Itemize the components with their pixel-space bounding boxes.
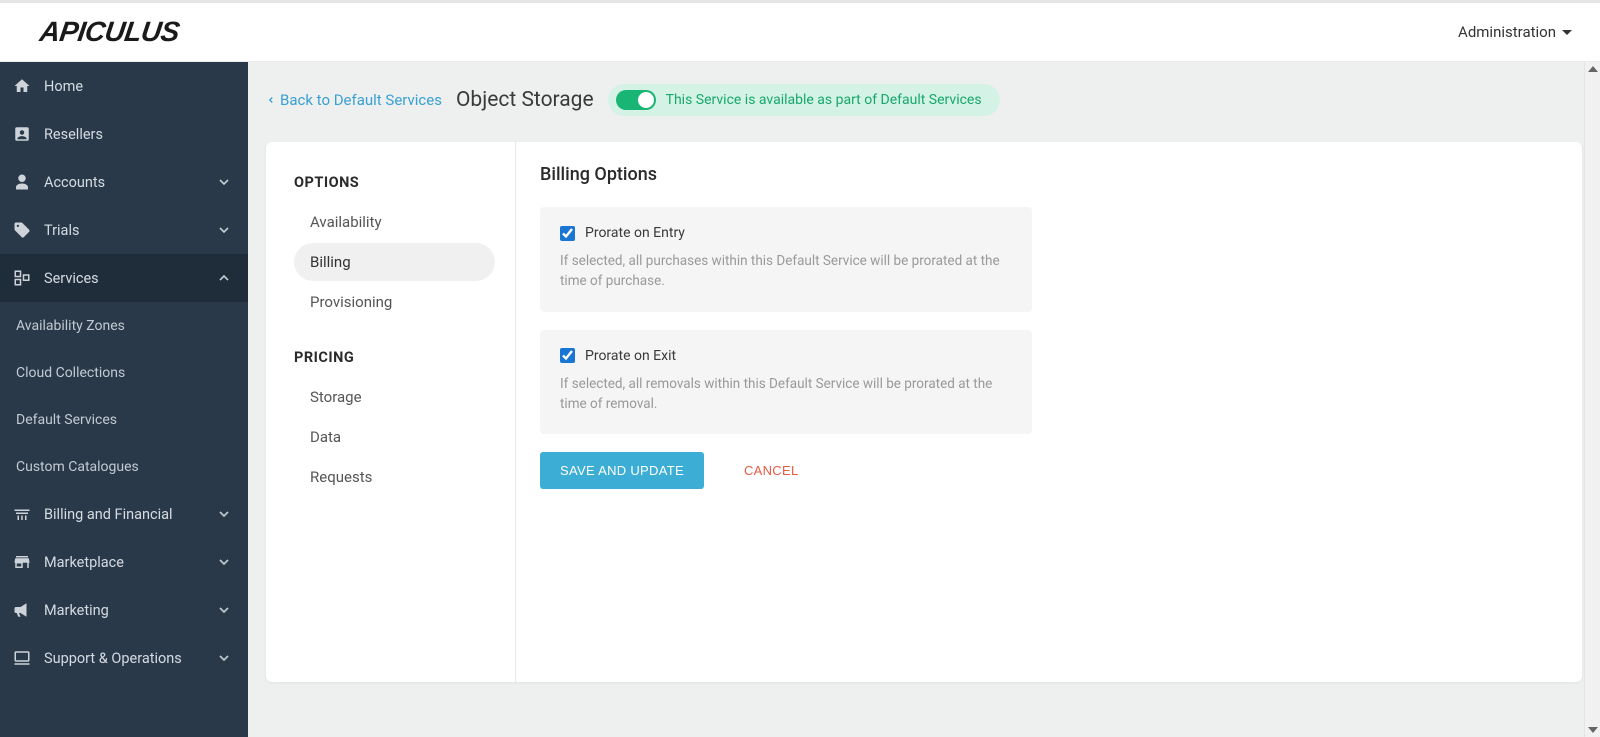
sidebar-item-label: Billing and Financial bbox=[44, 506, 173, 523]
toggle-switch[interactable] bbox=[616, 90, 656, 110]
sidebar-item-marketplace[interactable]: Marketplace bbox=[0, 538, 248, 586]
sidebar-item-home[interactable]: Home bbox=[0, 62, 248, 110]
sidebar-item-label: Support & Operations bbox=[44, 650, 182, 667]
chevron-down-icon bbox=[216, 222, 232, 238]
brand-logo: APICULUS bbox=[38, 16, 182, 48]
sidebar-sub-custom-catalogues[interactable]: Custom Catalogues bbox=[0, 443, 248, 490]
sidebar-item-services[interactable]: Services bbox=[0, 254, 248, 302]
sidebar-item-label: Marketing bbox=[44, 602, 109, 619]
back-link-label: Back to Default Services bbox=[280, 91, 442, 109]
prorate-entry-checkbox[interactable] bbox=[560, 226, 575, 241]
marketplace-icon bbox=[12, 552, 32, 572]
scroll-up-icon bbox=[1588, 66, 1598, 72]
sidebar-item-label: Marketplace bbox=[44, 554, 124, 571]
prorate-exit-box: Prorate on Exit If selected, all removal… bbox=[540, 330, 1032, 435]
sidebar-item-resellers[interactable]: Resellers bbox=[0, 110, 248, 158]
action-buttons: SAVE AND UPDATE CANCEL bbox=[540, 452, 1032, 489]
sidebar-item-label: Default Services bbox=[16, 412, 117, 428]
sidebar-item-accounts[interactable]: Accounts bbox=[0, 158, 248, 206]
sidebar-item-label: Accounts bbox=[44, 174, 105, 191]
pricing-requests[interactable]: Requests bbox=[294, 458, 495, 496]
cancel-button[interactable]: CANCEL bbox=[744, 463, 799, 478]
page-header: Back to Default Services Object Storage … bbox=[248, 62, 1600, 136]
page-title: Object Storage bbox=[456, 88, 594, 112]
content-card: OPTIONS Availability Billing Provisionin… bbox=[266, 142, 1582, 682]
prorate-exit-checkbox[interactable] bbox=[560, 348, 575, 363]
sidebar-item-billing-financial[interactable]: Billing and Financial bbox=[0, 490, 248, 538]
service-availability-toggle: This Service is available as part of Def… bbox=[608, 84, 1000, 116]
main-content: Back to Default Services Object Storage … bbox=[248, 62, 1600, 737]
sidebar-item-label: Availability Zones bbox=[16, 318, 125, 334]
prorate-entry-box: Prorate on Entry If selected, all purcha… bbox=[540, 207, 1032, 312]
sidebar-sub-availability-zones[interactable]: Availability Zones bbox=[0, 302, 248, 349]
sidebar-sub-default-services[interactable]: Default Services bbox=[0, 396, 248, 443]
marketing-icon bbox=[12, 600, 32, 620]
chevron-down-icon bbox=[216, 554, 232, 570]
billing-panel: Billing Options Prorate on Entry If sele… bbox=[516, 142, 1056, 682]
home-icon bbox=[12, 76, 32, 96]
prorate-entry-desc: If selected, all purchases within this D… bbox=[560, 251, 1008, 292]
sidebar: Home Resellers Accounts Trials bbox=[0, 62, 248, 737]
chevron-down-icon bbox=[216, 650, 232, 666]
save-update-button[interactable]: SAVE AND UPDATE bbox=[540, 452, 704, 489]
pricing-heading: PRICING bbox=[294, 349, 495, 366]
sidebar-item-support-operations[interactable]: Support & Operations bbox=[0, 634, 248, 682]
sidebar-item-label: Custom Catalogues bbox=[16, 459, 139, 475]
top-header: APICULUS Administration bbox=[0, 0, 1600, 62]
toggle-text: This Service is available as part of Def… bbox=[666, 92, 982, 108]
option-availability[interactable]: Availability bbox=[294, 203, 495, 241]
trials-icon bbox=[12, 220, 32, 240]
sidebar-item-label: Trials bbox=[44, 222, 79, 239]
admin-dropdown[interactable]: Administration bbox=[1458, 23, 1572, 41]
resellers-icon bbox=[12, 124, 32, 144]
sidebar-item-label: Home bbox=[44, 78, 83, 95]
support-icon bbox=[12, 648, 32, 668]
chevron-down-icon bbox=[216, 506, 232, 522]
billing-heading: Billing Options bbox=[540, 164, 1032, 185]
sidebar-item-trials[interactable]: Trials bbox=[0, 206, 248, 254]
caret-down-icon bbox=[1562, 30, 1572, 35]
chevron-down-icon bbox=[216, 602, 232, 618]
option-provisioning[interactable]: Provisioning bbox=[294, 283, 495, 321]
chevron-down-icon bbox=[216, 174, 232, 190]
options-heading: OPTIONS bbox=[294, 174, 495, 191]
pricing-data[interactable]: Data bbox=[294, 418, 495, 456]
sidebar-item-label: Resellers bbox=[44, 126, 103, 143]
sidebar-sub-cloud-collections[interactable]: Cloud Collections bbox=[0, 349, 248, 396]
options-sidebar: OPTIONS Availability Billing Provisionin… bbox=[266, 142, 516, 682]
accounts-icon bbox=[12, 172, 32, 192]
scrollbar[interactable] bbox=[1584, 62, 1600, 737]
switch-knob bbox=[638, 92, 654, 108]
back-link[interactable]: Back to Default Services bbox=[266, 91, 442, 109]
services-icon bbox=[12, 268, 32, 288]
sidebar-item-label: Cloud Collections bbox=[16, 365, 125, 381]
prorate-exit-label: Prorate on Exit bbox=[585, 348, 676, 364]
sidebar-item-label: Services bbox=[44, 270, 99, 287]
sidebar-item-marketing[interactable]: Marketing bbox=[0, 586, 248, 634]
prorate-entry-label: Prorate on Entry bbox=[585, 225, 685, 241]
admin-label: Administration bbox=[1458, 23, 1556, 41]
scroll-down-icon bbox=[1588, 727, 1598, 733]
prorate-exit-desc: If selected, all removals within this De… bbox=[560, 374, 1008, 415]
chevron-up-icon bbox=[216, 270, 232, 286]
billing-icon bbox=[12, 504, 32, 524]
pricing-storage[interactable]: Storage bbox=[294, 378, 495, 416]
option-billing[interactable]: Billing bbox=[294, 243, 495, 281]
